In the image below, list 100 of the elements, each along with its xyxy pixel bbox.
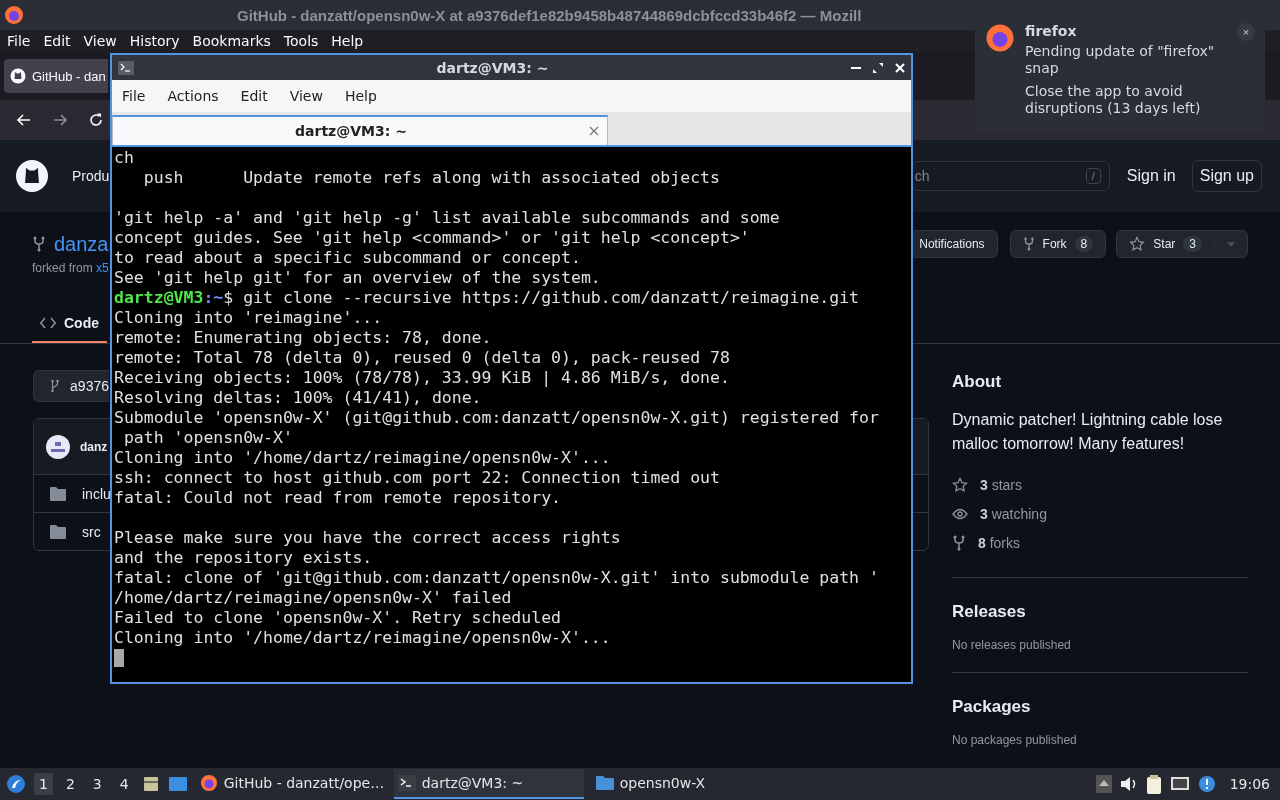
- terminal-line: Resolving deltas: 100% (41/41), done.: [114, 388, 483, 408]
- reload-icon[interactable]: [88, 112, 104, 128]
- menu-item[interactable]: View: [83, 33, 117, 49]
- code-icon: [40, 317, 56, 329]
- section-heading: Packages: [952, 697, 1032, 717]
- terminal-line: ssh: connect to host github.com port 22: Connection timed out: [114, 468, 721, 488]
- desktop-icon[interactable]: [167, 775, 188, 793]
- repo-name-link[interactable]: danza: [54, 232, 109, 256]
- browser-tab[interactable]: GitHub - dan: [4, 59, 108, 93]
- menu-item[interactable]: File: [7, 33, 31, 49]
- star-count: 3: [1183, 236, 1202, 252]
- terminal-line: 'git help -a' and 'git help -g' list available subcommands and some: [114, 208, 781, 228]
- terminal-line: push Update remote refs along with associated objects: [142, 168, 721, 188]
- terminal-line: and the repository exists.: [114, 548, 374, 568]
- workspace-button[interactable]: 1: [34, 773, 53, 795]
- fork-icon: [32, 236, 46, 252]
- empty-note: No releases published: [952, 638, 1072, 652]
- menu-item[interactable]: Tools: [283, 33, 319, 49]
- terminal-line: Cloning into 'reimagine'...: [114, 308, 384, 328]
- star-icon: [1129, 236, 1146, 252]
- terminal-line: path 'opensn0w-X': [122, 428, 294, 448]
- notification-body: Close the app to avoid disruptions (13 days left): [1025, 83, 1202, 117]
- maximize-icon[interactable]: [873, 62, 883, 73]
- taskbar-task[interactable]: dartz@VM3: ~: [393, 769, 584, 799]
- notification-summary: Pending update of "firefox" snap: [1025, 43, 1216, 77]
- file-cabinet-icon[interactable]: [141, 775, 160, 793]
- notification-icon[interactable]: [1197, 775, 1216, 793]
- firefox-icon: [199, 774, 218, 792]
- volume-icon[interactable]: [1119, 776, 1138, 792]
- terminal-line: Please make sure you have the correct access rights: [114, 528, 622, 548]
- star-icon: [952, 476, 968, 493]
- clock: 19:06: [1229, 776, 1270, 792]
- fork-icon: [1022, 237, 1035, 251]
- taskbar-task[interactable]: GitHub - danzatt/ope…: [195, 769, 386, 799]
- notification-app: firefox: [1025, 23, 1078, 39]
- text-cursor: [114, 649, 124, 667]
- start-menu-icon[interactable]: [6, 774, 26, 794]
- terminal-icon: [397, 775, 416, 791]
- folder-icon: [50, 486, 66, 501]
- workspace-button[interactable]: 4: [114, 773, 134, 795]
- shortcut-key: /: [1085, 168, 1101, 184]
- fork-icon: [952, 534, 966, 551]
- menu-item[interactable]: History: [129, 33, 180, 49]
- menu-item[interactable]: Help: [344, 88, 377, 104]
- section-heading: About: [952, 372, 1003, 392]
- stat-link[interactable]: 3 stars: [980, 476, 1023, 493]
- terminal-line: remote: Enumerating objects: 78, done.: [114, 328, 493, 348]
- terminal-line: dartz@VM3:~$ git clone --recursive https://github.com/danzatt/reimagine.git: [114, 288, 861, 308]
- terminal-line: /home/dartz/reimagine/opensn0w-X' failed: [114, 588, 513, 608]
- sign-in-link[interactable]: Sign in: [1126, 167, 1176, 185]
- workspace-button[interactable]: 3: [87, 773, 107, 795]
- fork-label: Fork: [1042, 237, 1067, 251]
- network-icon[interactable]: [1169, 775, 1190, 793]
- terminal-line: Receiving objects: 100% (78/78), 33.99 KiB | 4.86 MiB/s, done.: [114, 368, 731, 388]
- terminal-line: fatal: clone of 'git@github.com:danzatt/opensn0w-X.git' into submodule path ': [114, 568, 880, 588]
- star-button-group[interactable]: Star 3: [1116, 230, 1248, 258]
- cat-logo-icon: [10, 68, 26, 84]
- menu-item[interactable]: Bookmarks: [192, 33, 271, 49]
- menu-item[interactable]: Edit: [43, 33, 71, 49]
- cat-logo[interactable]: [16, 160, 48, 192]
- terminal-icon: [118, 60, 134, 75]
- terminal-line: ch: [114, 148, 135, 168]
- firefox-icon: [4, 5, 24, 25]
- repo-description: Dynamic patcher! Lightning cable lose malloc tomorrow! Many features!: [952, 410, 1224, 454]
- terminal-line: Failed to clone 'opensn0w-X'. Retry scheduled: [114, 608, 563, 628]
- terminal-line: to read about a specific subcommand or concept.: [114, 248, 582, 268]
- clipboard-icon[interactable]: [1145, 774, 1162, 794]
- window-title: GitHub - danzatt/opensn0w-X at a9376def1e82b9458b48744869dcbfccd33b46f2 — Mozill: [237, 6, 862, 24]
- code-tab[interactable]: Code: [32, 305, 107, 343]
- sign-up-button[interactable]: Sign up: [1191, 160, 1262, 192]
- forked-from-link[interactable]: x5: [96, 261, 109, 275]
- terminal-line: Submodule 'opensn0w-X' (git@github.com:danzatt/opensn0w-X.git) registered for: [114, 408, 880, 428]
- empty-note: No packages published: [952, 733, 1078, 747]
- terminal-tab[interactable]: dartz@VM3: ~: [112, 115, 608, 145]
- taskbar-task[interactable]: opensn0w-X: [591, 769, 782, 799]
- menu-item[interactable]: View: [289, 88, 323, 104]
- stat-link[interactable]: 8 forks: [978, 534, 1021, 551]
- branch-button[interactable]: a9376: [33, 370, 109, 402]
- terminal-line: See 'git help git' for an overview of the system.: [114, 268, 602, 288]
- nav-link[interactable]: Produ: [72, 168, 110, 184]
- firefox-icon: [985, 23, 1015, 53]
- stat-link[interactable]: 3 watching: [980, 505, 1047, 522]
- menu-item[interactable]: Edit: [240, 88, 268, 104]
- section-heading: Releases: [952, 602, 1027, 622]
- file-link[interactable]: inclu: [82, 485, 111, 502]
- file-link[interactable]: src: [82, 523, 101, 540]
- workspace-button[interactable]: 2: [60, 773, 80, 795]
- terminal-line: fatal: Could not read from remote repository.: [114, 488, 563, 508]
- star-label: Star: [1153, 237, 1176, 251]
- menu-item[interactable]: Help: [331, 33, 364, 49]
- close-button[interactable]: ×: [1237, 23, 1255, 41]
- back-icon[interactable]: [16, 112, 32, 128]
- notifications-button[interactable]: Notifications: [911, 230, 998, 258]
- menu-item[interactable]: File: [122, 88, 146, 104]
- window-title: dartz@VM3: ~: [435, 59, 550, 76]
- menu-item[interactable]: Actions: [167, 88, 219, 104]
- forward-icon[interactable]: [52, 112, 68, 128]
- fork-button[interactable]: Fork 8: [1009, 230, 1107, 258]
- folder-icon: [50, 524, 66, 539]
- commit-author[interactable]: danz: [80, 439, 108, 454]
